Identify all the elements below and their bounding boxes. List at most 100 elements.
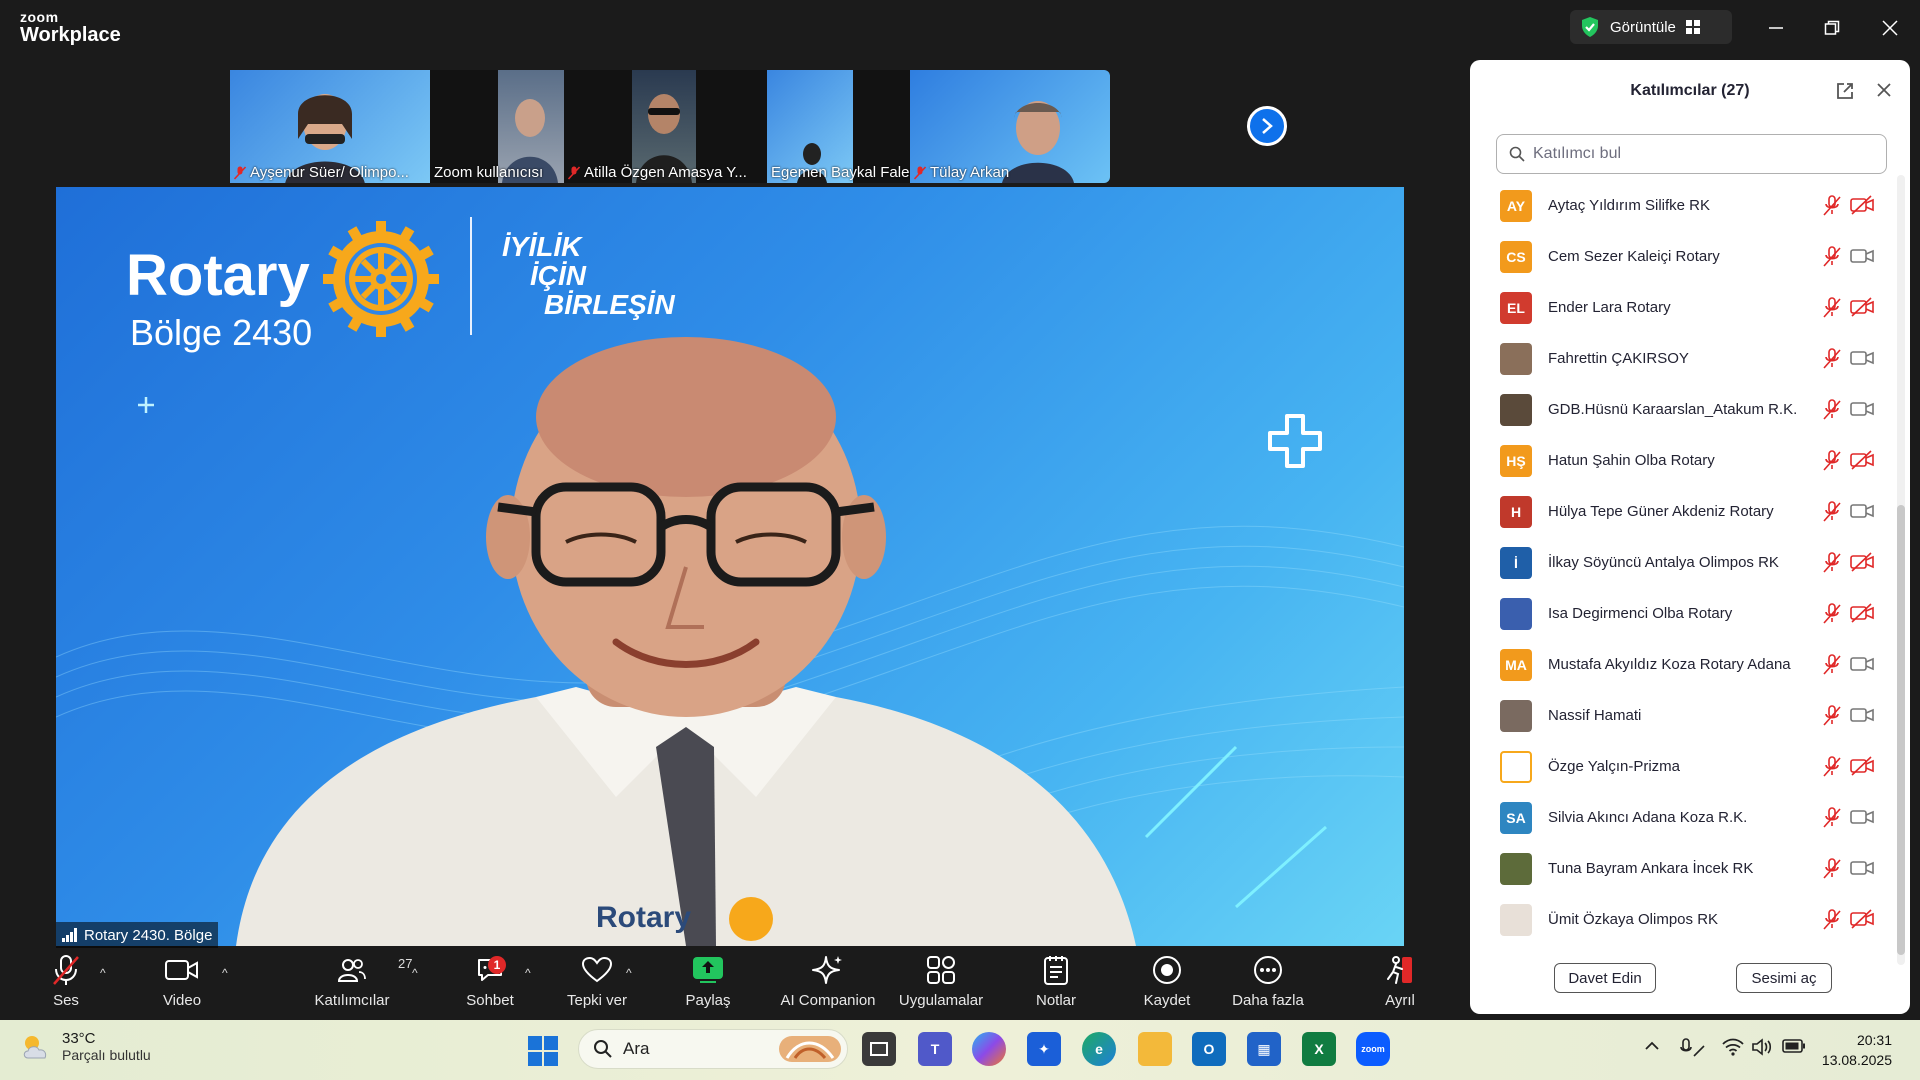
video-on-icon[interactable] [1850,807,1874,832]
minimize-button[interactable] [1762,14,1790,42]
input-indicator[interactable] [1680,1038,1706,1063]
video-thumbnail[interactable]: Ayşenur Süer/ Olimpo... [230,70,430,183]
apps-button[interactable]: Uygulamalar [896,948,986,1018]
video-off-icon[interactable] [1850,450,1874,475]
participant-row[interactable]: AY Aytaç Yıldırım Silifke RK [1500,180,1888,231]
participant-row[interactable]: Ümit Özkaya Olimpos RK [1500,894,1888,945]
view-button[interactable]: Görüntüle [1570,10,1732,44]
ai-companion-button[interactable]: AI Companion [778,948,878,1018]
react-options-caret[interactable]: ^ [626,966,632,980]
video-thumbnail[interactable]: Atilla Özgen Amasya Y... [564,70,767,183]
participants-options-caret[interactable]: ^ [412,966,418,980]
chat-options-caret[interactable]: ^ [525,966,531,980]
audio-button[interactable]: Ses [48,948,84,1018]
start-button[interactable] [528,1036,558,1071]
close-panel-button[interactable] [1876,82,1892,103]
copilot-icon[interactable] [972,1032,1006,1066]
mic-muted-icon[interactable] [1822,552,1842,579]
participant-row[interactable]: HŞ Hatun Şahin Olba Rotary [1500,435,1888,486]
wifi-icon[interactable] [1722,1038,1744,1061]
mic-muted-icon[interactable] [1822,705,1842,732]
react-button[interactable]: Tepki ver [564,948,630,1018]
video-on-icon[interactable] [1850,501,1874,526]
mic-muted-icon[interactable] [1822,348,1842,375]
participant-row[interactable]: GDB.Hüsnü Karaarslan_Atakum R.K. [1500,384,1888,435]
participant-row[interactable]: CS Cem Sezer Kaleiçi Rotary [1500,231,1888,282]
weather-widget[interactable]: 33°C Parçalı bulutlu [20,1030,151,1063]
show-hidden-icons-button[interactable] [1644,1038,1660,1059]
participant-row[interactable]: H Hülya Tepe Güner Akdeniz Rotary [1500,486,1888,537]
participant-search[interactable] [1496,134,1887,174]
video-on-icon[interactable] [1850,246,1874,271]
participants-button[interactable]: 27 Katılımcılar [312,948,412,1018]
chat-button[interactable]: 1 Sohbet [464,948,516,1018]
participant-search-input[interactable] [1533,145,1863,163]
edge-browser-icon[interactable]: e [1082,1032,1116,1066]
video-off-icon[interactable] [1850,756,1874,781]
participant-row[interactable]: MA Mustafa Akyıldız Koza Rotary Adana [1500,639,1888,690]
participant-row[interactable]: SA Silvia Akıncı Adana Koza R.K. [1500,792,1888,843]
mic-muted-icon[interactable] [1822,603,1842,630]
mic-muted-icon[interactable] [1822,654,1842,681]
mic-muted-icon[interactable] [1822,909,1842,936]
video-on-icon[interactable] [1850,399,1874,424]
video-off-icon[interactable] [1850,552,1874,577]
video-off-icon[interactable] [1850,603,1874,628]
active-speaker-video[interactable]: Rotary Bölge 2430 İYİLİK İÇİN BİRLEŞİN R… [56,187,1404,946]
taskbar-search[interactable]: Ara [578,1029,848,1069]
restore-button[interactable] [1818,14,1846,42]
video-options-caret[interactable]: ^ [222,966,228,980]
participant-row[interactable]: Tuna Bayram Ankara İncek RK [1500,843,1888,894]
participant-row[interactable]: EL Ender Lara Rotary [1500,282,1888,333]
scrollbar-thumb[interactable] [1897,505,1905,955]
volume-icon[interactable] [1752,1038,1774,1061]
video-button[interactable]: Video [158,948,206,1018]
outlook-icon[interactable]: O [1192,1032,1226,1066]
video-on-icon[interactable] [1850,705,1874,730]
mic-muted-icon[interactable] [1822,450,1842,477]
system-clock[interactable]: 20:31 13.08.2025 [1822,1030,1892,1070]
video-on-icon[interactable] [1850,348,1874,373]
unmute-me-button[interactable]: Sesimi aç [1736,963,1832,993]
mic-muted-icon[interactable] [1822,195,1842,222]
popout-button[interactable] [1836,82,1854,105]
audio-options-caret[interactable]: ^ [100,966,106,980]
video-thumbnail[interactable]: Zoom kullanıcısı [430,70,564,183]
video-thumbnail[interactable]: Egemen Baykal Falez Rota... [767,70,910,183]
mic-muted-icon[interactable] [1822,246,1842,273]
excel-icon[interactable]: X [1302,1032,1336,1066]
video-off-icon[interactable] [1850,909,1874,934]
app-dots-icon[interactable]: ✦ [1027,1032,1061,1066]
store-icon[interactable]: ▦ [1247,1032,1281,1066]
mic-muted-icon[interactable] [1822,858,1842,885]
participant-row[interactable]: Isa Degirmenci Olba Rotary [1500,588,1888,639]
panel-scrollbar[interactable] [1897,175,1905,965]
invite-button[interactable]: Davet Edin [1554,963,1656,993]
video-thumbnail[interactable]: Tülay Arkan [910,70,1110,183]
leave-button[interactable]: Ayrıl [1380,948,1420,1018]
close-window-button[interactable] [1876,14,1904,42]
notes-button[interactable]: Notlar [1034,948,1078,1018]
video-on-icon[interactable] [1850,654,1874,679]
video-on-icon[interactable] [1850,858,1874,883]
participant-row[interactable]: Nassif Hamati [1500,690,1888,741]
zoom-app-icon[interactable]: zoom [1356,1032,1390,1066]
mic-muted-icon[interactable] [1822,399,1842,426]
mic-muted-icon[interactable] [1822,756,1842,783]
next-page-button[interactable] [1247,106,1287,146]
teams-icon[interactable]: T [918,1032,952,1066]
battery-icon[interactable] [1782,1038,1806,1059]
participant-row[interactable]: Fahrettin ÇAKIRSOY [1500,333,1888,384]
mic-muted-icon[interactable] [1822,297,1842,324]
share-button[interactable]: Paylaş [684,948,732,1018]
participant-row[interactable]: İ İlkay Söyüncü Antalya Olimpos RK [1500,537,1888,588]
record-button[interactable]: Kaydet [1142,948,1192,1018]
more-button[interactable]: Daha fazla [1230,948,1306,1018]
participant-row[interactable]: Özge Yalçın-Prizma [1500,741,1888,792]
video-off-icon[interactable] [1850,297,1874,322]
file-explorer-icon[interactable] [1138,1032,1172,1066]
mic-muted-icon[interactable] [1822,501,1842,528]
video-off-icon[interactable] [1850,195,1874,220]
mic-muted-icon[interactable] [1822,807,1842,834]
task-view-icon[interactable] [862,1032,896,1066]
